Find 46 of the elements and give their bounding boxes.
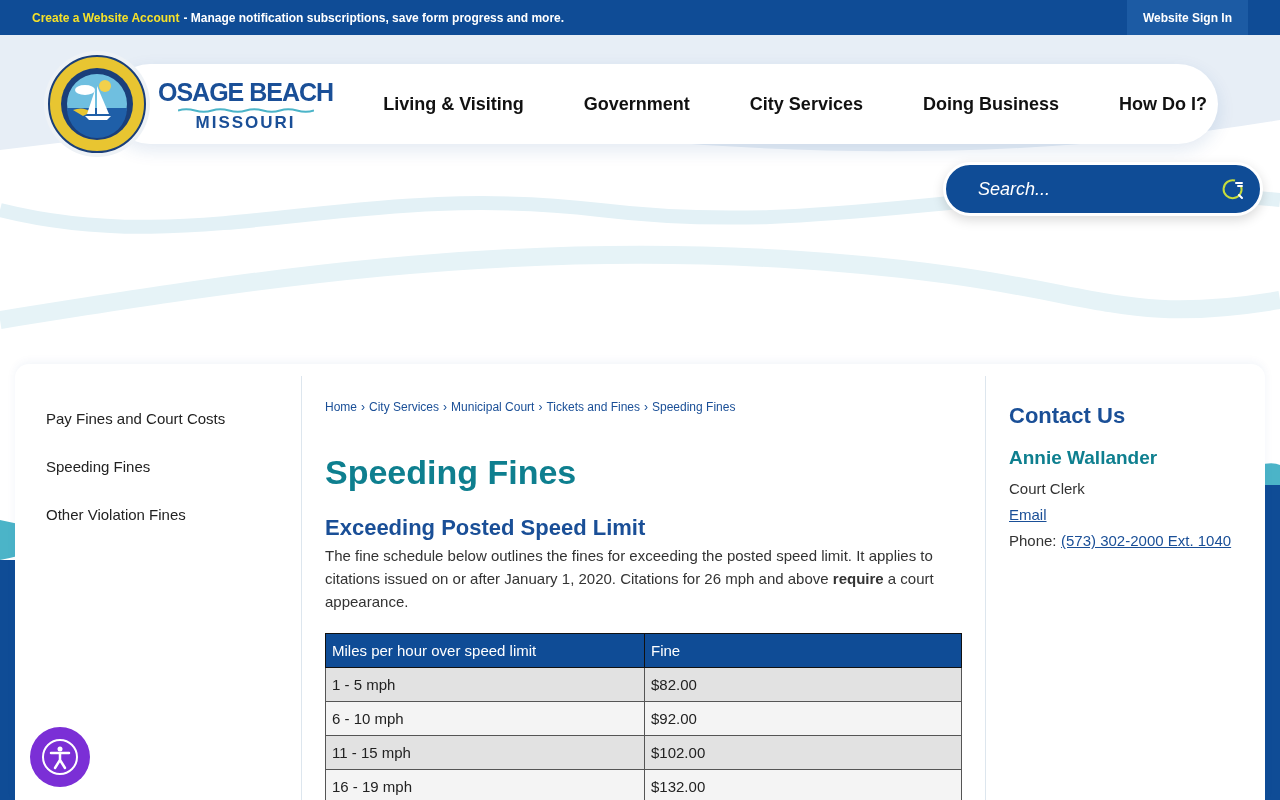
email-link[interactable]: Email <box>1009 502 1047 528</box>
page-title: Speeding Fines <box>325 452 577 492</box>
phone-label: Phone: <box>1009 532 1057 549</box>
table-cell: 6 - 10 mph <box>325 701 645 736</box>
search-icon[interactable] <box>1221 177 1245 201</box>
notification-message: - Manage notification subscriptions, save form progress and more. <box>183 10 566 25</box>
contact-heading: Contact Us <box>1009 402 1126 430</box>
table-cell: 1 - 5 mph <box>325 667 645 702</box>
breadcrumb-separator: › <box>538 400 543 414</box>
breadcrumb-separator: › <box>644 400 648 414</box>
table-cell: $102.00 <box>644 735 962 770</box>
breadcrumb-link[interactable]: Municipal Court <box>451 400 535 414</box>
table-cell: $132.00 <box>644 769 962 800</box>
breadcrumb-separator: › <box>443 400 448 414</box>
section-paragraph: The fine schedule below outlines the fines for exceeding the posted speed limit. It applies to citations issued on or after January 1, 2020. Citations for 26 mph and above require a court appearance. <box>325 546 935 612</box>
column-header: Fine <box>644 633 962 668</box>
breadcrumb-separator: › <box>361 400 365 414</box>
phone-link[interactable]: (573) 302-2000 Ext. 1040 <box>1061 532 1232 549</box>
nav-link[interactable]: How Do I? <box>1088 93 1237 115</box>
section-heading: Exceeding Posted Speed Limit <box>325 514 646 542</box>
column-header: Miles per hour over speed limit <box>325 633 645 668</box>
sidebar-item[interactable]: Other Violation Fines <box>46 502 186 527</box>
breadcrumb-link[interactable]: Tickets and Fines <box>546 400 640 414</box>
breadcrumb-link[interactable]: Home <box>325 400 357 414</box>
search-field[interactable]: Search... <box>943 162 1263 216</box>
sidebar-item[interactable]: Speeding Fines <box>46 454 151 479</box>
create-account-link[interactable]: Create a Website Account <box>32 10 180 25</box>
nav-link[interactable]: City Services <box>719 93 893 115</box>
wave-line-icon <box>177 107 314 113</box>
table-cell: 11 - 15 mph <box>325 735 645 770</box>
city-seal-icon[interactable] <box>43 50 151 158</box>
table-cell: $82.00 <box>644 667 962 702</box>
sign-in-button[interactable]: Website Sign In <box>1126 0 1248 35</box>
accessibility-button[interactable] <box>30 727 90 787</box>
table-cell: 16 - 19 mph <box>325 769 645 800</box>
sidebar-item[interactable]: Pay Fines and Court Costs <box>46 406 226 431</box>
logo-name: OSAGE BEACH <box>158 76 334 108</box>
contact-role: Court Clerk <box>1009 479 1085 499</box>
nav-link[interactable]: Doing Business <box>892 93 1089 115</box>
breadcrumb-link[interactable]: City Services <box>369 400 440 414</box>
logo-state: MISSOURI <box>195 112 296 133</box>
nav-link[interactable]: Government <box>553 93 720 115</box>
contact-name: Annie Wallander <box>1009 446 1158 470</box>
table-cell: $92.00 <box>644 701 962 736</box>
nav-link[interactable]: Living & Visiting <box>353 93 554 115</box>
breadcrumb-link[interactable]: Speeding Fines <box>652 400 736 414</box>
